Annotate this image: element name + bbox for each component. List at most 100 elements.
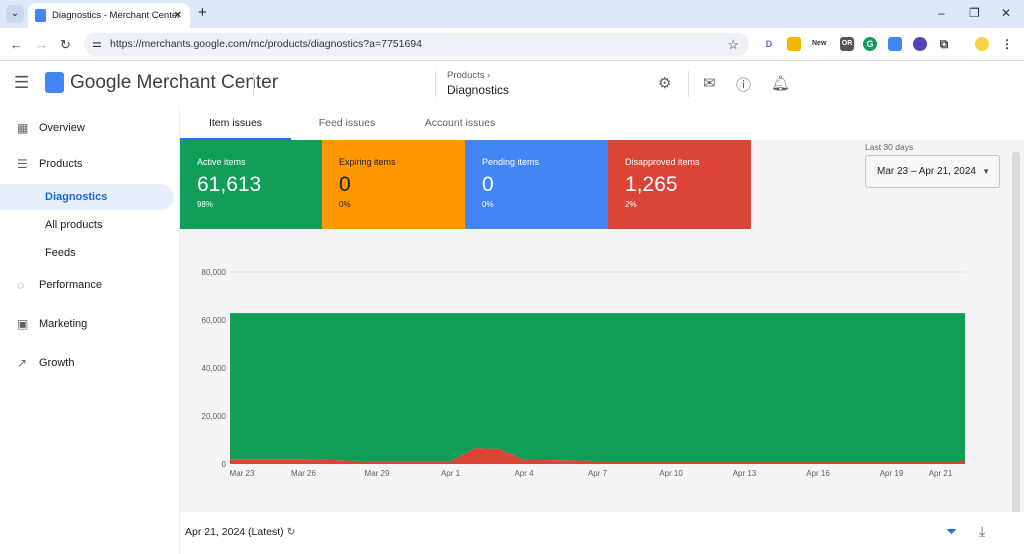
notifications-bell-icon[interactable]: 🔔︎ <box>771 74 790 92</box>
settings-gear-icon[interactable]: ⚙ <box>658 74 671 92</box>
restore-icon[interactable]: ❐ <box>969 6 980 20</box>
scrollbar[interactable] <box>1012 152 1020 552</box>
card-title: Expiring items <box>339 157 396 167</box>
x-tick-label: Apr 13 <box>733 469 757 478</box>
close-tab-icon[interactable]: ✕ <box>174 3 182 28</box>
y-tick-label: 80,000 <box>202 268 227 277</box>
breadcrumb-parent[interactable]: Products › <box>447 70 490 81</box>
hamburger-menu-icon[interactable]: ☰ <box>14 73 29 93</box>
sidebar-item-growth[interactable]: ↗ Growth <box>0 350 174 376</box>
browser-tab[interactable]: Diagnostics - Merchant Center ✕ <box>28 3 190 28</box>
date-range-label: Last 30 days <box>865 142 914 152</box>
tab-search-button[interactable]: ⌄ <box>6 5 24 23</box>
disapproved-items-card[interactable]: Disapproved items 1,265 2% <box>608 140 751 229</box>
tab-account-issues[interactable]: Account issues <box>410 106 510 140</box>
extensions-puzzle-icon[interactable]: ⧉ <box>937 37 951 51</box>
sidebar: ▦ Overview ☰ Products Diagnostics All prod… <box>0 106 180 554</box>
y-tick-label: 60,000 <box>202 316 227 325</box>
card-title: Pending items <box>482 157 540 167</box>
app-header: ☰ Google Merchant Center Products › Diag… <box>0 61 1024 106</box>
url-bar[interactable]: ⚌ https://merchants.google.com/mc/produc… <box>84 33 749 56</box>
card-title: Disapproved items <box>625 157 700 167</box>
forward-icon[interactable]: → <box>35 37 48 52</box>
sidebar-item-all-products[interactable]: All products <box>0 212 174 238</box>
extension-icon[interactable] <box>913 37 927 51</box>
card-title: Active items <box>197 157 246 167</box>
reload-icon[interactable]: ↻ <box>60 37 71 53</box>
expiring-items-card[interactable]: Expiring items 0 0% <box>322 140 465 229</box>
mail-icon[interactable]: ✉ <box>703 74 716 92</box>
bookmark-star-icon[interactable]: ☆ <box>727 33 739 56</box>
sidebar-item-label: Overview <box>39 122 85 134</box>
sidebar-item-products[interactable]: ☰ Products <box>0 151 174 177</box>
tab-item-issues[interactable]: Item issues <box>180 106 291 140</box>
main-content: Item issues Feed issues Account issues A… <box>180 106 1024 554</box>
extension-new-icon[interactable]: New <box>812 37 826 51</box>
card-value: 0 <box>482 173 494 196</box>
extension-icon[interactable] <box>888 37 902 51</box>
dropdown-arrow-icon: ▼ <box>982 167 990 176</box>
sidebar-item-label: Performance <box>39 279 102 291</box>
date-range-select[interactable]: Mar 23 – Apr 21, 2024 ▼ <box>865 155 1000 188</box>
x-tick-label: Apr 4 <box>514 469 534 478</box>
tab-feed-issues[interactable]: Feed issues <box>300 106 394 140</box>
x-tick-label: Mar 23 <box>230 469 255 478</box>
items-area-chart: 0 20,000 40,000 60,000 80,000 Mar 23 Mar 26 Mar… <box>202 268 965 478</box>
page-title: Diagnostics <box>447 83 510 97</box>
minimize-icon[interactable]: – <box>938 6 945 20</box>
site-info-icon[interactable]: ⚌ <box>92 33 102 56</box>
card-value: 0 <box>339 173 351 196</box>
x-tick-label: Apr 1 <box>441 469 461 478</box>
card-value: 1,265 <box>625 173 678 196</box>
bag-icon: ▣ <box>17 317 29 331</box>
extension-d-icon[interactable]: D <box>762 37 776 51</box>
filter-icon[interactable]: ⏷ <box>946 523 957 540</box>
y-tick-label: 0 <box>222 460 227 469</box>
card-percent: 0% <box>339 200 351 209</box>
sidebar-item-performance[interactable]: ◌ Performance <box>0 272 174 298</box>
download-icon[interactable]: ⤓ <box>979 523 985 540</box>
extension-icon[interactable] <box>787 37 801 51</box>
card-value: 61,613 <box>197 173 262 196</box>
dashboard-icon: ▦ <box>17 121 29 135</box>
breadcrumb-parent-label: Products <box>447 70 485 81</box>
extension-g-icon[interactable]: G <box>863 37 877 51</box>
extension-or-icon[interactable]: OR <box>840 37 854 51</box>
pending-items-card[interactable]: Pending items 0 0% <box>465 140 608 229</box>
active-items-card[interactable]: Active items 61,613 98% <box>180 140 323 229</box>
x-tick-label: Mar 29 <box>365 469 390 478</box>
area-series-active <box>230 313 965 462</box>
sidebar-item-label: Growth <box>39 357 75 369</box>
sidebar-item-feeds[interactable]: Feeds <box>0 240 174 266</box>
x-tick-label: Apr 19 <box>880 469 904 478</box>
y-tick-label: 20,000 <box>202 412 227 421</box>
data-date-label: Apr 21, 2024 (Latest) ↻ <box>185 526 295 538</box>
card-percent: 98% <box>197 200 214 209</box>
x-tick-label: Apr 7 <box>588 469 608 478</box>
profile-avatar[interactable] <box>975 37 989 51</box>
refresh-icon[interactable]: ↻ <box>287 526 296 538</box>
data-date: Apr 21, 2024 (Latest) <box>185 526 284 538</box>
sidebar-item-label: All products <box>45 219 103 231</box>
close-window-icon[interactable]: ✕ <box>1001 6 1011 20</box>
card-percent: 0% <box>482 200 494 209</box>
new-tab-button[interactable]: + <box>198 4 207 21</box>
x-tick-label: Mar 26 <box>291 469 316 478</box>
address-toolbar: ← → ↻ ⚌ https://merchants.google.com/mc/… <box>0 28 1024 61</box>
browser-tab-strip: ⌄ Diagnostics - Merchant Center ✕ + – ❐ … <box>0 0 1024 28</box>
back-icon[interactable]: ← <box>10 37 23 52</box>
sidebar-item-overview[interactable]: ▦ Overview <box>0 115 174 141</box>
sidebar-item-label: Marketing <box>39 318 88 330</box>
table-toolbar: Apr 21, 2024 (Latest) ↻ ⏷ ⤓ <box>180 512 1024 554</box>
sidebar-item-label: Products <box>39 158 83 170</box>
donut-icon: ◌ <box>17 278 25 292</box>
issue-tabs: Item issues Feed issues Account issues <box>180 106 1024 140</box>
url-text: https://merchants.google.com/mc/products… <box>110 38 422 50</box>
sidebar-item-marketing[interactable]: ▣ Marketing <box>0 311 174 337</box>
date-range-value: Mar 23 – Apr 21, 2024 <box>877 166 976 177</box>
sidebar-item-diagnostics[interactable]: Diagnostics <box>0 184 174 210</box>
list-icon: ☰ <box>17 157 28 171</box>
brand-name: Google Merchant Center <box>70 72 279 93</box>
browser-menu-icon[interactable]: ⋮ <box>1000 37 1014 51</box>
help-icon[interactable]: ⓘ <box>736 74 751 95</box>
